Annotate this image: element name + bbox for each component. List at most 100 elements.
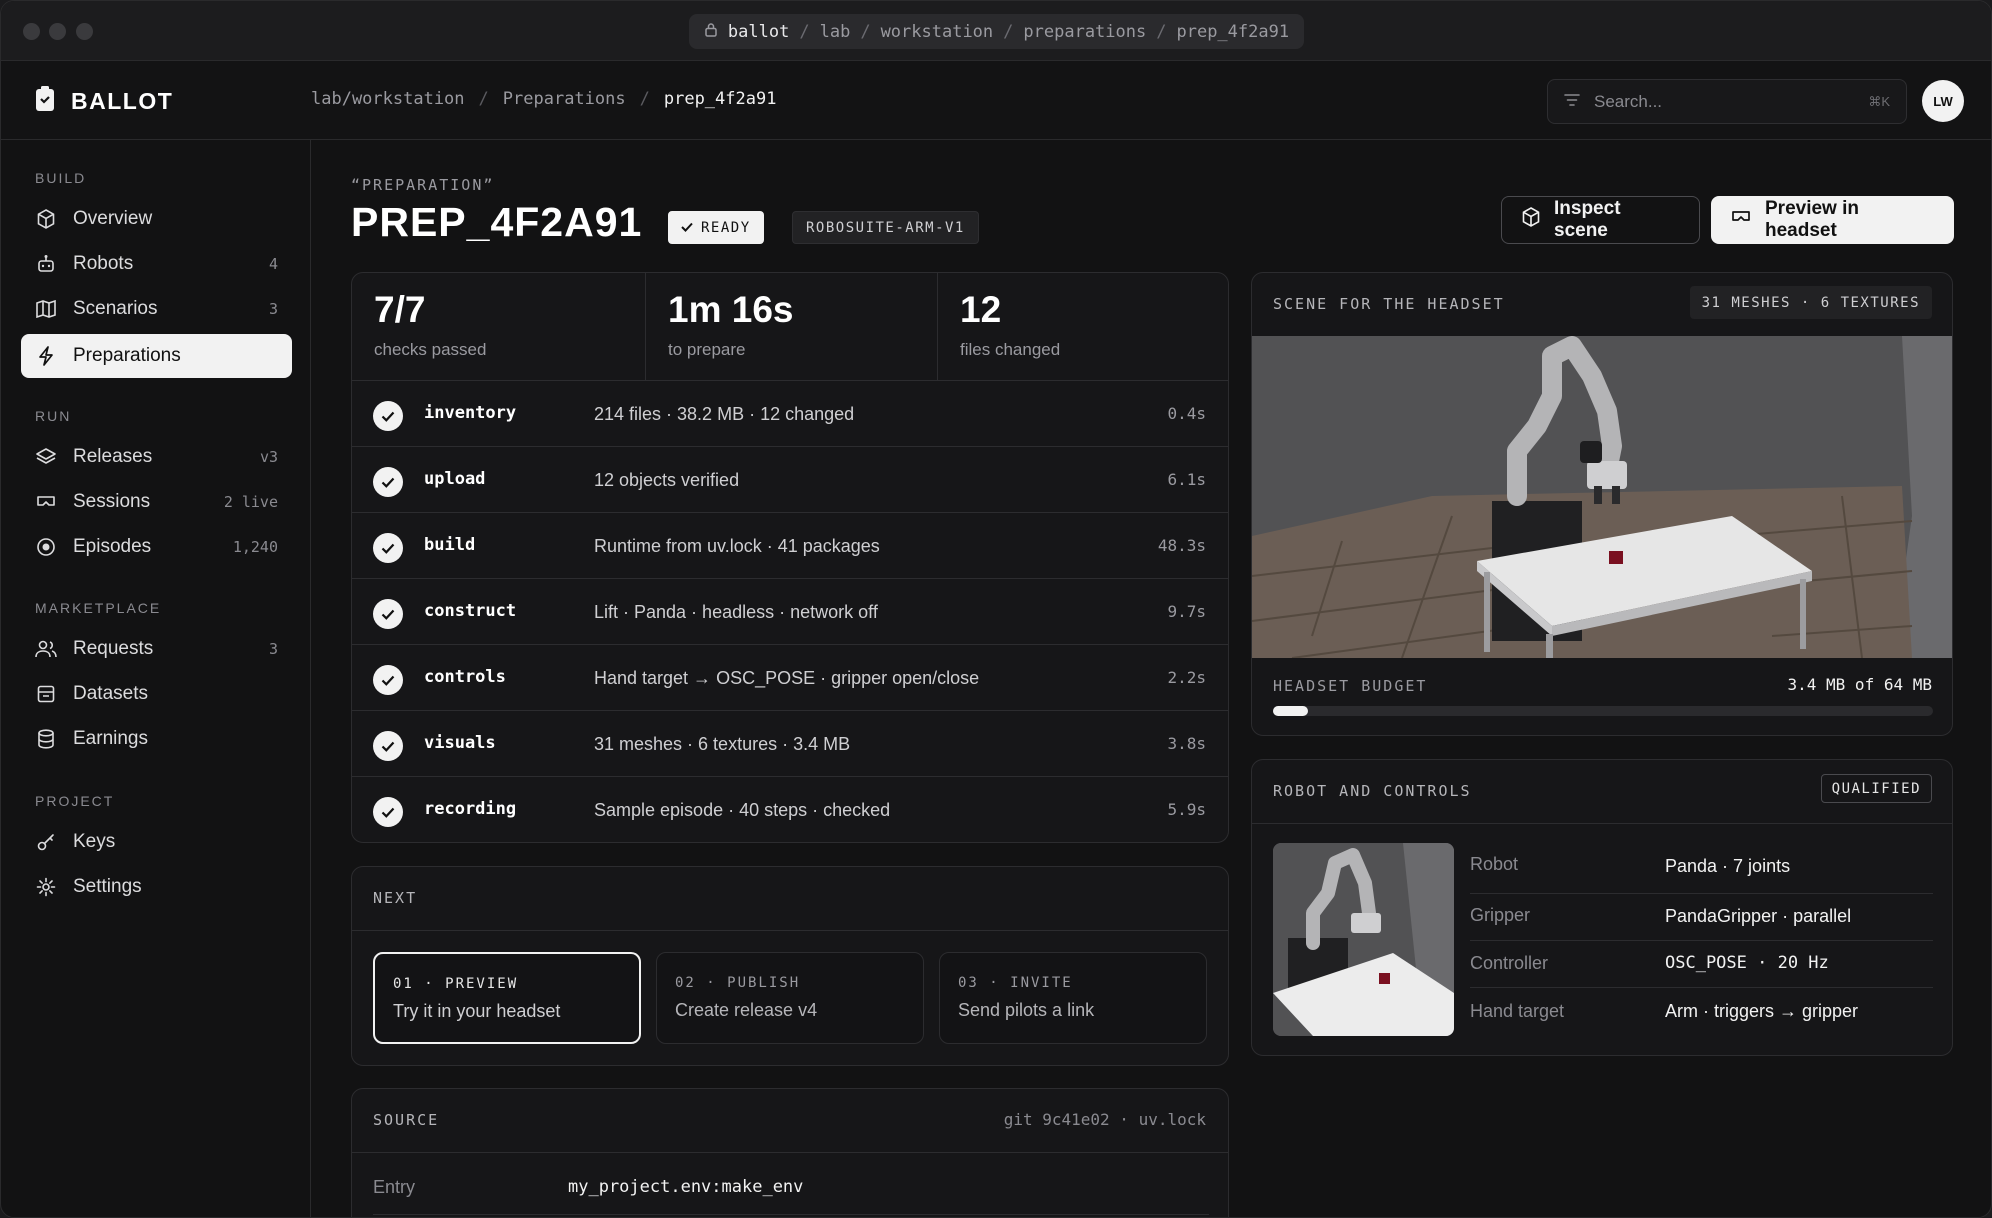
check-circle-icon: [373, 533, 403, 563]
next-step-preview[interactable]: 01 · PREVIEW Try it in your headset: [373, 952, 641, 1044]
status-badge: READY: [668, 211, 764, 244]
robot-row-value: Arm · triggers → gripper: [1665, 1001, 1859, 1021]
check-time: 0.4s: [1167, 404, 1206, 423]
check-circle-icon: [373, 401, 403, 431]
scene-viewport[interactable]: [1252, 336, 1952, 659]
scene-meta-badge: 31 MESHES · 6 TEXTURES: [1689, 286, 1932, 319]
url-segment: lab: [819, 21, 851, 42]
sidebar-item-episodes[interactable]: Episodes 1,240: [21, 525, 292, 569]
close-window-button[interactable]: [23, 23, 40, 40]
robot-row-label: Gripper: [1470, 905, 1531, 925]
breadcrumb-separator: /: [639, 89, 650, 109]
sidebar-item-overview[interactable]: Overview: [21, 197, 292, 241]
zoom-window-button[interactable]: [76, 23, 93, 40]
robot-controls-card: ROBOT AND CONTROLS QUALIFIED Robot Panda…: [1251, 759, 1953, 1056]
check-name: recording: [424, 799, 517, 819]
sidebar-item-sessions[interactable]: Sessions 2 live: [21, 480, 292, 524]
sidebar-section-title: PROJECT: [35, 793, 115, 809]
budget-bar-fill: [1273, 706, 1308, 716]
sidebar-item-preparations[interactable]: Preparations: [21, 334, 292, 378]
robot-thumbnail-image: [1273, 843, 1454, 1036]
sidebar-item-requests[interactable]: Requests 3: [21, 627, 292, 671]
step-value: Try it in your headset: [393, 1001, 561, 1021]
check-row-controls[interactable]: controls Hand target → OSC_POSE · grippe…: [352, 644, 1228, 710]
step-key: 01 · PREVIEW: [393, 976, 519, 992]
budget-value: 3.4 MB of 64 MB: [1787, 675, 1933, 694]
budget-label: HEADSET BUDGET: [1273, 677, 1428, 695]
env-badge: ROBOSUITE-ARM-V1: [792, 211, 979, 244]
divider: [352, 930, 1228, 931]
avatar[interactable]: LW: [1922, 80, 1964, 122]
card-title: SCENE FOR THE HEADSET: [1273, 295, 1505, 313]
sidebar-item-scenarios[interactable]: Scenarios 3: [21, 287, 292, 331]
sidebar-item-keys[interactable]: Keys: [21, 820, 292, 864]
sidebar-item-count: v3: [259, 448, 278, 466]
url-bar[interactable]: ballot / lab / workstation / preparation…: [689, 14, 1304, 49]
preview-in-headset-button[interactable]: Preview in headset: [1711, 196, 1954, 244]
url-separator: /: [799, 21, 810, 42]
robot-row-label: Robot: [1470, 854, 1519, 874]
check-name: build: [424, 535, 476, 555]
users-icon: [35, 638, 57, 660]
step-key: 03 · INVITE: [958, 975, 1073, 991]
budget-bar-track: [1273, 706, 1933, 716]
breadcrumb: lab/workstation / Preparations / prep_4f…: [311, 89, 776, 109]
check-circle-icon: [373, 467, 403, 497]
sidebar-item-label: Requests: [73, 638, 154, 659]
robot-row-label: Controller: [1470, 953, 1549, 973]
sidebar-item-datasets[interactable]: Datasets: [21, 672, 292, 716]
check-time: 5.9s: [1167, 800, 1206, 819]
sidebar-item-label: Sessions: [73, 491, 151, 512]
next-step-invite[interactable]: 03 · INVITE Send pilots a link: [939, 952, 1207, 1044]
stat-checks: 7/7 checks passed: [352, 273, 646, 380]
check-row-upload[interactable]: upload 12 objects verified 6.1s: [352, 446, 1228, 512]
check-description: Sample episode · 40 steps · checked: [594, 800, 891, 820]
inspect-scene-button[interactable]: Inspect scene: [1501, 196, 1700, 244]
check-row-construct[interactable]: construct Lift · Panda · headless · netw…: [352, 578, 1228, 644]
headset-icon: [35, 491, 57, 513]
check-description: Lift · Panda · headless · network off: [594, 602, 878, 622]
next-step-publish[interactable]: 02 · PUBLISH Create release v4: [656, 952, 924, 1044]
check-row-build[interactable]: build Runtime from uv.lock · 41 packages…: [352, 512, 1228, 578]
filter-icon: [1564, 92, 1580, 112]
breadcrumb-workspace[interactable]: lab/workstation: [311, 89, 465, 109]
search-placeholder: Search...: [1594, 91, 1663, 111]
card-title: ROBOT AND CONTROLS: [1273, 782, 1472, 800]
check-icon: [681, 220, 693, 236]
sidebar-item-label: Preparations: [73, 345, 181, 366]
app-header: BALLOT lab/workstation / Preparations / …: [1, 61, 1991, 140]
minimize-window-button[interactable]: [49, 23, 66, 40]
sidebar-item-earnings[interactable]: Earnings: [21, 717, 292, 761]
page-eyebrow: “PREPARATION”: [351, 176, 495, 194]
breadcrumb-preparations[interactable]: Preparations: [503, 89, 626, 109]
check-name: controls: [424, 667, 506, 687]
step-value: Send pilots a link: [958, 1000, 1095, 1020]
sidebar-item-releases[interactable]: Releases v3: [21, 435, 292, 479]
sidebar-item-robots[interactable]: Robots 4: [21, 242, 292, 286]
gear-icon: [35, 876, 57, 898]
stat-label: files changed: [960, 340, 1061, 359]
url-segment: prep_4f2a91: [1176, 21, 1290, 42]
search-input[interactable]: Search... ⌘K: [1547, 79, 1907, 124]
divider: [1252, 823, 1952, 824]
ballot-logo-icon: [35, 86, 55, 117]
check-time: 48.3s: [1157, 536, 1206, 555]
check-name: visuals: [424, 733, 496, 753]
check-row-recording[interactable]: recording Sample episode · 40 steps · ch…: [352, 776, 1228, 842]
sidebar-item-count: 2 live: [223, 493, 278, 511]
key-icon: [35, 831, 57, 853]
brand[interactable]: BALLOT: [35, 86, 173, 117]
check-time: 6.1s: [1167, 470, 1206, 489]
sidebar-item-count: 3: [268, 640, 278, 658]
check-circle-icon: [373, 731, 403, 761]
card-title: SOURCE: [373, 1111, 440, 1129]
robot-row-label: Hand target: [1470, 1001, 1565, 1021]
check-row-inventory[interactable]: inventory 214 files · 38.2 MB · 12 chang…: [352, 380, 1228, 446]
sidebar-item-label: Robots: [73, 253, 134, 274]
record-icon: [35, 536, 57, 558]
stat-duration: 1m 16s to prepare: [646, 273, 938, 380]
scene-card: SCENE FOR THE HEADSET 31 MESHES · 6 TEXT…: [1251, 272, 1953, 736]
check-row-visuals[interactable]: visuals 31 meshes · 6 textures · 3.4 MB …: [352, 710, 1228, 776]
url-segment: preparations: [1023, 21, 1147, 42]
sidebar-item-settings[interactable]: Settings: [21, 865, 292, 909]
